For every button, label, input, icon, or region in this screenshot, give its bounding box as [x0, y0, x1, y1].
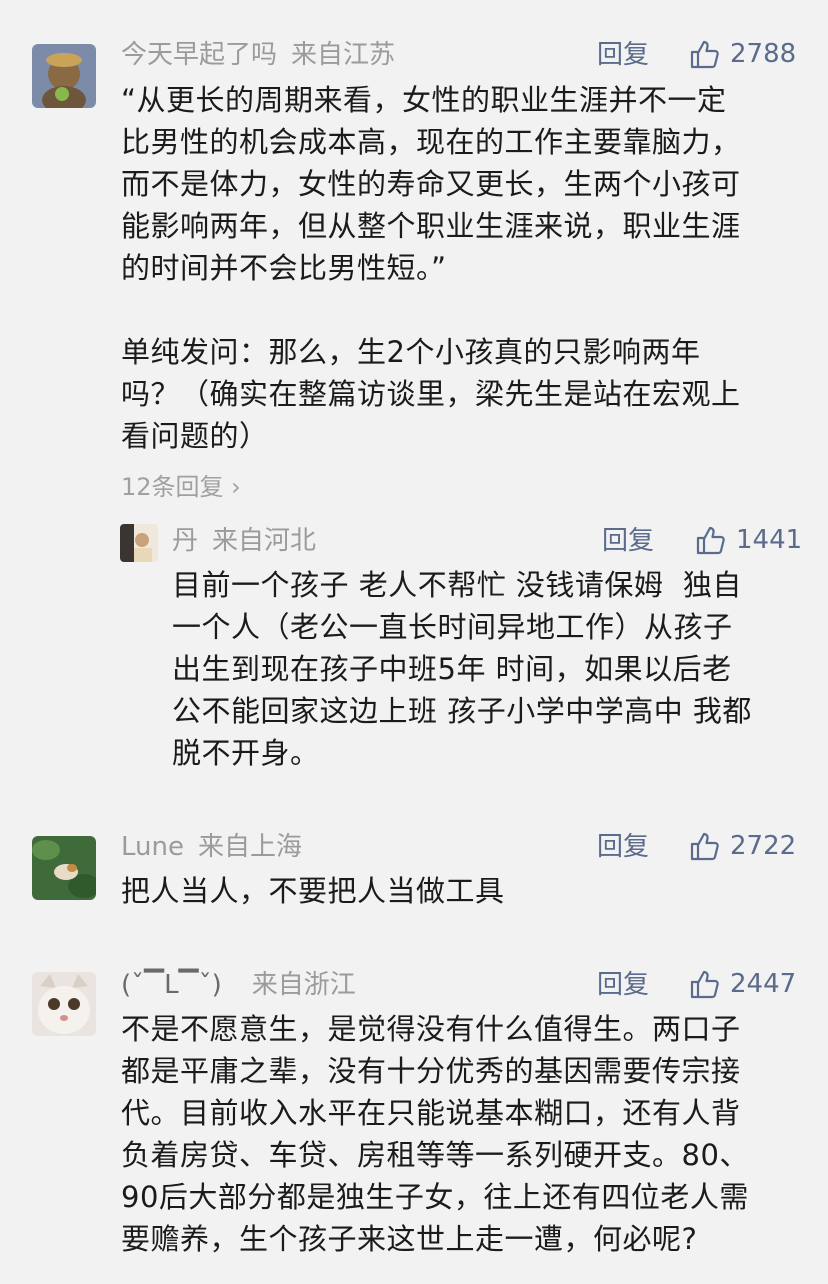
comment-author: 今天早起了吗 来自江苏: [121, 40, 395, 70]
location-label: 来自浙江: [251, 970, 356, 1000]
username[interactable]: 今天早起了吗: [121, 40, 277, 70]
location-label: 来自江苏: [291, 40, 396, 70]
comment-author: (ˇ▔L▔ˇ) 来自浙江: [121, 970, 356, 1000]
like-count: 2447: [730, 969, 797, 999]
avatar[interactable]: [120, 524, 158, 562]
comment-author: Lune 来自上海: [121, 832, 302, 862]
comment-text: 把人当人，不要把人当做工具: [121, 874, 505, 908]
comment-text: 不是不愿意生，是觉得没有什么值得生。两口子 都是平庸之辈，没有十分优秀的基因需要…: [121, 1012, 749, 1256]
reply-button[interactable]: 回复: [597, 970, 649, 1000]
reply-text: 目前一个孩子 老人不帮忙 没钱请保姆 独自 一个人（老公一直长时间异地工作）从孩…: [172, 568, 752, 770]
thumbs-up-icon: [696, 526, 725, 555]
location-label: 来自河北: [212, 526, 317, 556]
avatar[interactable]: [32, 44, 96, 108]
username[interactable]: (ˇ▔L▔ˇ): [121, 970, 222, 1000]
avatar[interactable]: [32, 972, 96, 1036]
like-button[interactable]: 1441: [694, 524, 802, 556]
like-button[interactable]: 2788: [688, 38, 796, 70]
thumbs-up-icon: [690, 832, 719, 861]
username[interactable]: 丹: [172, 526, 198, 556]
reply-button[interactable]: 回复: [602, 526, 654, 556]
like-count: 1441: [736, 525, 803, 555]
avatar[interactable]: [32, 836, 96, 900]
location-label: 来自上海: [197, 832, 302, 862]
comment-text: “从更长的周期来看，女性的职业生涯并不一定 比男性的机会成本高，现在的工作主要靠…: [121, 83, 741, 453]
like-count: 2722: [730, 831, 797, 861]
like-button[interactable]: 2722: [688, 830, 796, 862]
username[interactable]: Lune: [121, 832, 184, 862]
like-button[interactable]: 2447: [688, 968, 796, 1000]
thumbs-up-icon: [690, 970, 719, 999]
reply-button[interactable]: 回复: [597, 832, 649, 862]
reply-button[interactable]: 回复: [597, 40, 649, 70]
like-count: 2788: [730, 39, 797, 69]
more-replies-link[interactable]: 12条回复 ›: [121, 472, 241, 502]
thumbs-up-icon: [690, 40, 719, 69]
reply-author: 丹来自河北: [172, 526, 316, 556]
